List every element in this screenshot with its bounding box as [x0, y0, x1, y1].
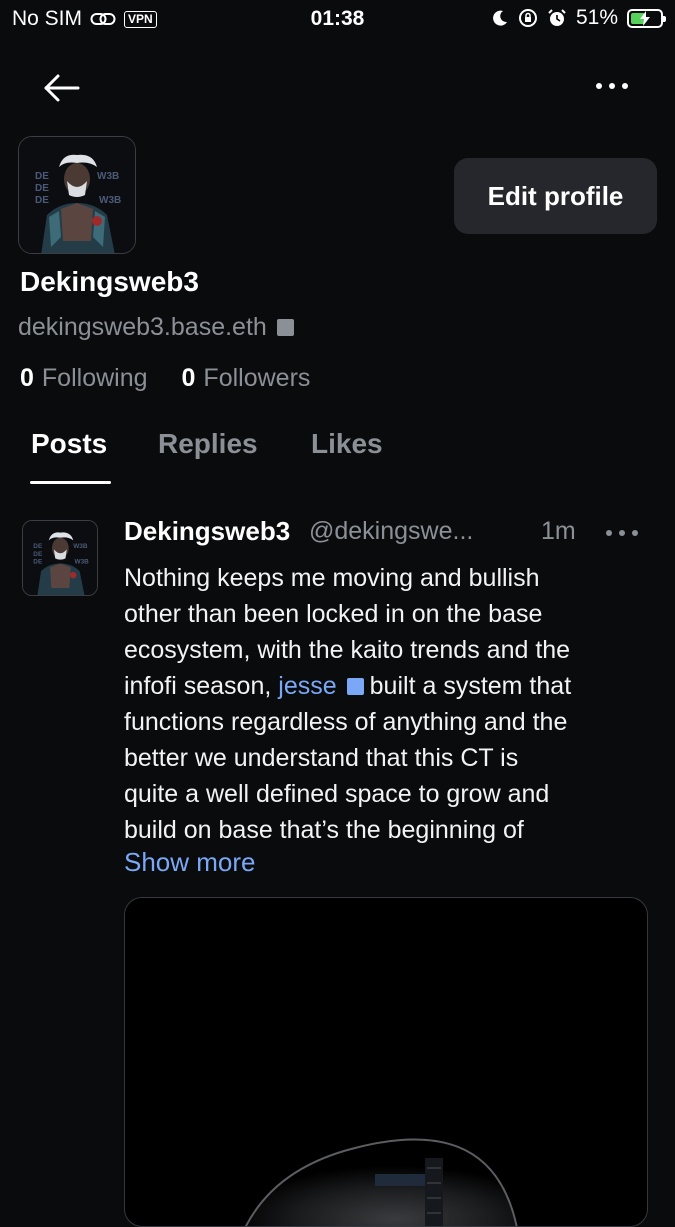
avatar-text-1: DE — [35, 171, 49, 182]
following-link[interactable]: 0 Following — [20, 364, 148, 393]
post-more-button[interactable] — [604, 528, 640, 538]
back-button[interactable] — [40, 70, 84, 106]
svg-text:W3B: W3B — [73, 543, 88, 550]
rotation-lock-icon — [518, 9, 537, 27]
svg-text:DE: DE — [35, 195, 49, 206]
moon-icon — [493, 10, 507, 26]
profile-avatar[interactable]: DE DE DE W3B W3B — [18, 136, 136, 254]
svg-text:DE: DE — [33, 543, 43, 550]
battery-icon — [627, 8, 666, 28]
profile-handle: dekingsweb3.base.eth — [18, 313, 294, 342]
status-right: 51% — [491, 6, 666, 30]
more-horizontal-icon — [606, 530, 638, 536]
post-author-name[interactable]: Dekingsweb3 — [124, 516, 290, 547]
followers-count: 0 — [181, 364, 196, 392]
svg-text:DE: DE — [33, 559, 43, 566]
post-author-handle[interactable]: @dekingswe... — [309, 517, 473, 546]
tab-posts[interactable]: Posts — [31, 428, 107, 460]
post-text: Nothing keeps me moving and bullish othe… — [124, 564, 572, 844]
profile-display-name: Dekingsweb3 — [20, 266, 199, 297]
media-image — [244, 1138, 518, 1226]
battery-percent: 51% — [575, 6, 618, 29]
post-media[interactable] — [124, 897, 648, 1227]
following-label: Following — [41, 364, 148, 392]
following-count: 0 — [20, 364, 34, 392]
followers-label: Followers — [203, 364, 311, 392]
svg-text:W3B: W3B — [75, 559, 90, 566]
arrow-left-icon — [44, 74, 80, 102]
post-timestamp: 1m — [541, 517, 576, 545]
avatar-image: DEDEDE W3BW3B — [23, 521, 97, 595]
post-avatar[interactable]: DE DE DE W3B W3B — [22, 520, 98, 596]
alarm-icon — [548, 9, 566, 26]
tab-indicator — [30, 481, 111, 484]
followers-link[interactable]: 0 Followers — [182, 364, 311, 393]
svg-text:DE: DE — [35, 183, 49, 194]
tab-replies[interactable]: Replies — [158, 428, 258, 460]
more-horizontal-icon — [596, 83, 628, 89]
verified-badge-icon — [276, 319, 294, 336]
tab-likes[interactable]: Likes — [311, 428, 383, 460]
edit-profile-button[interactable]: Edit profile — [454, 158, 657, 234]
avatar-image: DE DE DE W3B W3B — [19, 137, 135, 253]
follow-stats: 0 Following 0 Followers — [20, 364, 310, 393]
show-more-link[interactable]: Show more — [124, 847, 256, 878]
charging-bolt-icon — [640, 10, 650, 26]
svg-text:W3B: W3B — [97, 171, 119, 182]
mention-link[interactable]: jesse — [278, 672, 336, 700]
status-bar: No SIM VPN 01:38 51% — [0, 0, 675, 38]
verified-badge-icon — [346, 678, 364, 695]
svg-text:W3B: W3B — [99, 195, 121, 206]
more-options-button[interactable] — [592, 72, 632, 100]
profile-handle-text: dekingsweb3.base.eth — [18, 313, 267, 341]
svg-text:DE: DE — [33, 551, 43, 558]
